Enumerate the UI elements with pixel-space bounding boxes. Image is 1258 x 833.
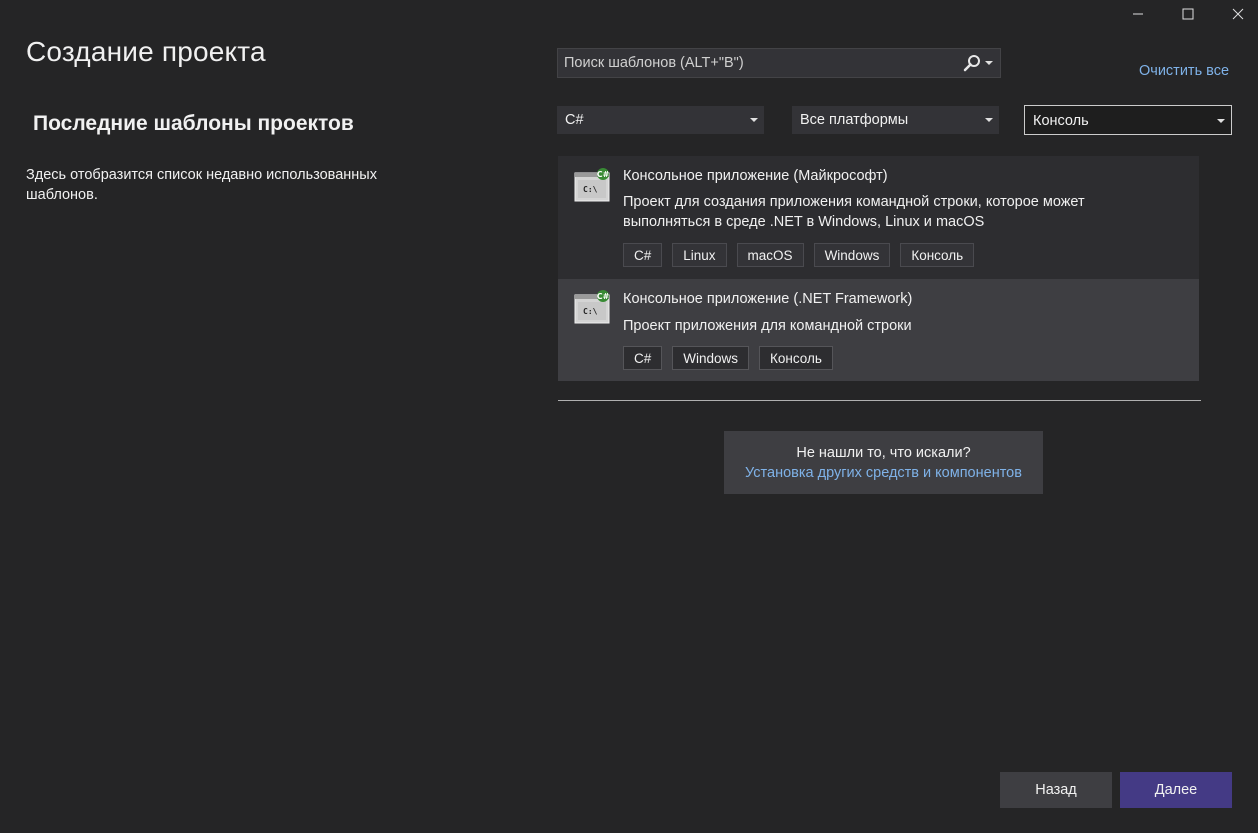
close-button[interactable]	[1211, 0, 1258, 28]
not-found-panel: Не нашли то, что искали? Установка други…	[724, 431, 1043, 494]
template-name: Консольное приложение (.NET Framework)	[623, 291, 913, 307]
search-options-button[interactable]	[960, 52, 996, 74]
chevron-down-icon	[1217, 119, 1225, 123]
tag: Windows	[813, 243, 891, 267]
template-item-console-app[interactable]: C:\ C# Консольное приложение (Майкрософт…	[558, 156, 1199, 279]
console-icon-text: C:\	[583, 185, 598, 194]
recent-templates-heading: Последние шаблоны проектов	[33, 112, 354, 135]
project-type-filter-dropdown[interactable]: Консоль	[1024, 105, 1232, 135]
project-type-filter-value: Консоль	[1033, 113, 1089, 129]
csharp-badge-text: C#	[597, 170, 610, 179]
platform-filter-value: Все платформы	[800, 112, 909, 128]
tag: Linux	[672, 243, 727, 267]
install-more-tools-link[interactable]: Установка других средств и компонентов	[724, 465, 1043, 481]
chevron-down-icon	[750, 118, 758, 122]
template-description: Проект для создания приложения командной…	[623, 194, 1085, 230]
divider	[558, 400, 1201, 401]
template-name: Консольное приложение (Майкрософт)	[623, 168, 888, 184]
clear-all-link[interactable]: Очистить все	[1139, 63, 1229, 79]
maximize-icon	[1182, 8, 1194, 20]
template-item-console-app-net-framework[interactable]: C:\ C# Консольное приложение (.NET Frame…	[558, 279, 1199, 381]
template-tags: C# Windows Консоль	[623, 346, 833, 370]
close-icon	[1232, 8, 1244, 20]
minimize-icon	[1133, 13, 1143, 15]
template-tags: C# Linux macOS Windows Консоль	[623, 243, 975, 267]
maximize-button[interactable]	[1161, 0, 1215, 28]
console-icon-text: C:\	[583, 307, 598, 316]
page-title: Создание проекта	[26, 36, 266, 67]
tag: Windows	[672, 346, 750, 370]
not-found-question: Не нашли то, что искали?	[796, 445, 971, 461]
search-icon	[963, 55, 980, 72]
tag: C#	[623, 346, 663, 370]
language-filter-value: C#	[565, 112, 584, 128]
language-filter-dropdown[interactable]: C#	[557, 106, 764, 134]
minimize-button[interactable]	[1111, 0, 1165, 28]
tag: macOS	[736, 243, 804, 267]
tag: Консоль	[900, 243, 975, 267]
csharp-console-icon: C:\ C#	[574, 168, 610, 202]
csharp-badge-text: C#	[597, 292, 610, 301]
template-list: C:\ C# Консольное приложение (Майкрософт…	[558, 156, 1199, 381]
platform-filter-dropdown[interactable]: Все платформы	[792, 106, 999, 134]
chevron-down-icon	[985, 61, 993, 65]
recent-templates-description: Здесь отобразится список недавно использ…	[26, 167, 377, 203]
template-search-input[interactable]	[558, 49, 958, 77]
create-project-window: Создание проекта Последние шаблоны проек…	[0, 0, 1258, 833]
template-search-box	[557, 48, 1001, 78]
csharp-console-icon: C:\ C#	[574, 290, 610, 324]
tag: C#	[623, 243, 663, 267]
next-button[interactable]: Далее	[1120, 772, 1232, 808]
back-button[interactable]: Назад	[1000, 772, 1112, 808]
template-description: Проект приложения для командной строки	[623, 318, 912, 334]
chevron-down-icon	[985, 118, 993, 122]
tag: Консоль	[759, 346, 833, 370]
